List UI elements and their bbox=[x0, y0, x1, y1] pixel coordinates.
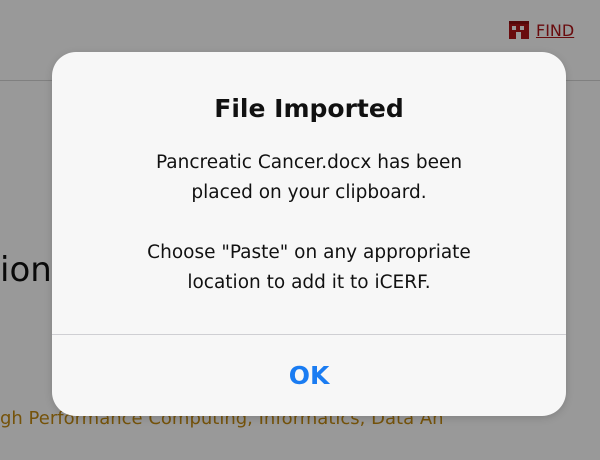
alert-body: File Imported Pancreatic Cancer.docx has… bbox=[52, 52, 566, 334]
alert-message-line: placed on your clipboard. bbox=[191, 182, 427, 203]
alert-message-line: location to add it to iCERF. bbox=[187, 272, 431, 293]
alert-dialog: File Imported Pancreatic Cancer.docx has… bbox=[52, 52, 566, 416]
alert-message: Pancreatic Cancer.docx has been placed o… bbox=[82, 148, 536, 298]
alert-message-line: Choose "Paste" on any appropriate bbox=[147, 242, 471, 263]
ok-button[interactable]: OK bbox=[52, 335, 566, 416]
alert-message-line: Pancreatic Cancer.docx has been bbox=[155, 152, 463, 173]
alert-title: File Imported bbox=[214, 94, 404, 123]
